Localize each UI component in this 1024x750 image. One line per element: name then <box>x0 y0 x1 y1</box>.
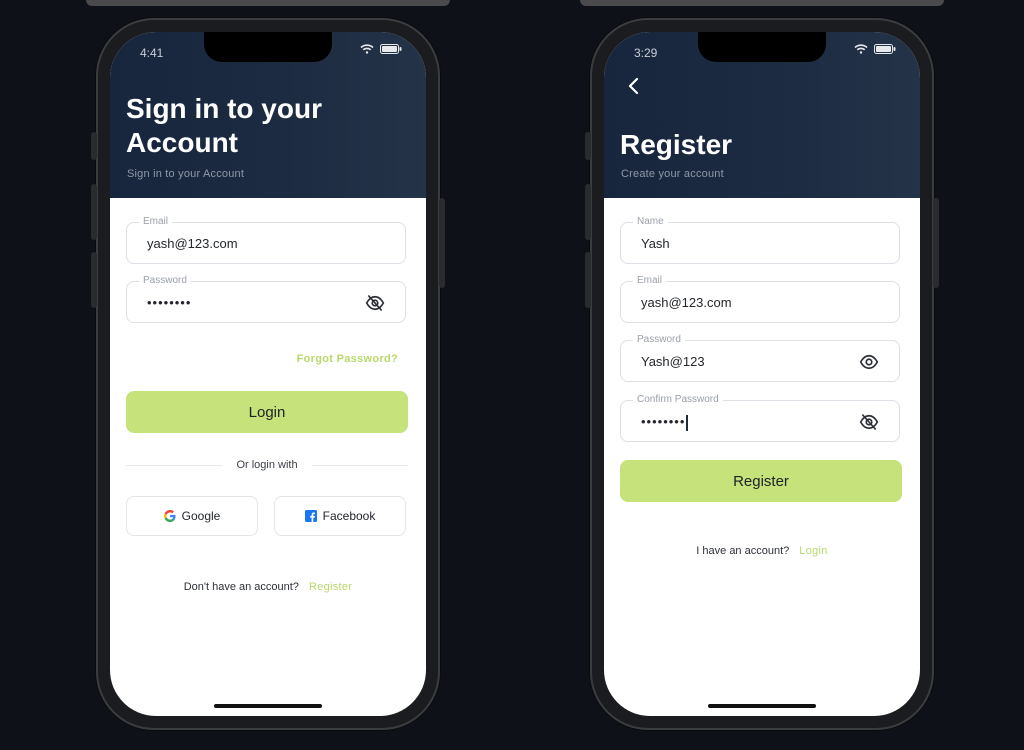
side-button <box>91 132 97 160</box>
divider-text: Or login with <box>236 459 298 471</box>
eye-off-icon[interactable] <box>365 294 385 312</box>
google-label: Google <box>181 509 221 523</box>
register-button[interactable]: Register <box>620 460 902 502</box>
name-value: Yash <box>641 236 670 251</box>
divider-line <box>126 464 223 466</box>
divider-line <box>311 464 409 466</box>
side-button <box>585 132 591 160</box>
confirm-password-text: •••••••• <box>641 414 686 429</box>
wifi-icon <box>360 44 374 54</box>
phone-signin: 4:41 Sign in to your Account Sign in to … <box>91 18 445 730</box>
page-subtitle: Create your account <box>621 168 724 180</box>
google-icon <box>163 510 176 522</box>
eye-off-icon[interactable] <box>859 413 879 431</box>
register-header: 3:29 Register Create your account <box>604 32 920 198</box>
text-caret <box>686 414 688 431</box>
title-line: Sign in to your <box>126 93 322 124</box>
battery-icon <box>380 44 402 54</box>
email-value: yash@123.com <box>147 236 238 251</box>
password-label: Password <box>139 275 191 287</box>
facebook-label: Facebook <box>322 509 376 523</box>
side-button <box>91 184 97 240</box>
register-link[interactable]: Register <box>309 581 352 593</box>
email-field[interactable]: Email yash@123.com <box>126 216 406 264</box>
facebook-button[interactable]: Facebook <box>274 496 406 536</box>
chevron-left-icon <box>628 77 639 95</box>
password-value: Yash@123 <box>641 354 705 369</box>
signin-header: 4:41 Sign in to your Account Sign in to … <box>110 32 426 198</box>
notch <box>698 32 826 62</box>
google-button[interactable]: Google <box>126 496 258 536</box>
password-field[interactable]: Password Yash@123 <box>620 334 900 382</box>
login-link[interactable]: Login <box>799 545 827 557</box>
password-label: Password <box>633 334 685 346</box>
email-value: yash@123.com <box>641 295 732 310</box>
wifi-icon <box>854 44 868 54</box>
side-button <box>585 184 591 240</box>
divider: Or login with <box>126 457 409 473</box>
side-button <box>933 198 939 288</box>
page-subtitle: Sign in to your Account <box>127 168 245 180</box>
status-icons <box>854 44 896 54</box>
side-button <box>439 198 445 288</box>
eye-icon[interactable] <box>859 353 879 371</box>
facebook-icon <box>304 510 317 522</box>
password-field[interactable]: Password •••••••• <box>126 275 406 323</box>
top-edge-right <box>580 0 944 6</box>
home-indicator <box>708 704 816 708</box>
side-button <box>91 252 97 308</box>
register-prompt: Don't have an account? Register <box>110 581 426 593</box>
login-prompt: I have an account? Login <box>604 545 920 557</box>
title-line: Account <box>126 127 238 158</box>
confirm-password-value: •••••••• <box>641 414 688 431</box>
name-label: Name <box>633 216 668 228</box>
side-button <box>585 252 591 308</box>
footer-text: I have an account? <box>696 545 790 557</box>
page-title: Sign in to your Account <box>126 92 322 160</box>
password-value: •••••••• <box>147 295 192 310</box>
forgot-password-link[interactable]: Forgot Password? <box>297 353 398 365</box>
signin-screen: 4:41 Sign in to your Account Sign in to … <box>110 32 426 716</box>
confirm-password-label: Confirm Password <box>633 394 723 406</box>
email-field[interactable]: Email yash@123.com <box>620 275 900 323</box>
email-label: Email <box>139 216 173 228</box>
status-time: 4:41 <box>140 46 164 60</box>
register-screen: 3:29 Register Create your account Name Y… <box>604 32 920 716</box>
email-label: Email <box>633 275 667 287</box>
footer-text: Don't have an account? <box>183 581 299 593</box>
battery-icon <box>874 44 896 54</box>
status-icons <box>360 44 402 54</box>
status-time: 3:29 <box>634 46 658 60</box>
page-title: Register <box>620 129 733 160</box>
confirm-password-field[interactable]: Confirm Password •••••••• <box>620 394 900 442</box>
back-button[interactable] <box>622 74 646 98</box>
login-button[interactable]: Login <box>126 391 408 433</box>
phone-register: 3:29 Register Create your account Name Y… <box>585 18 939 730</box>
top-edge-left <box>86 0 450 6</box>
notch <box>204 32 332 62</box>
home-indicator <box>214 704 322 708</box>
name-field[interactable]: Name Yash <box>620 216 900 264</box>
